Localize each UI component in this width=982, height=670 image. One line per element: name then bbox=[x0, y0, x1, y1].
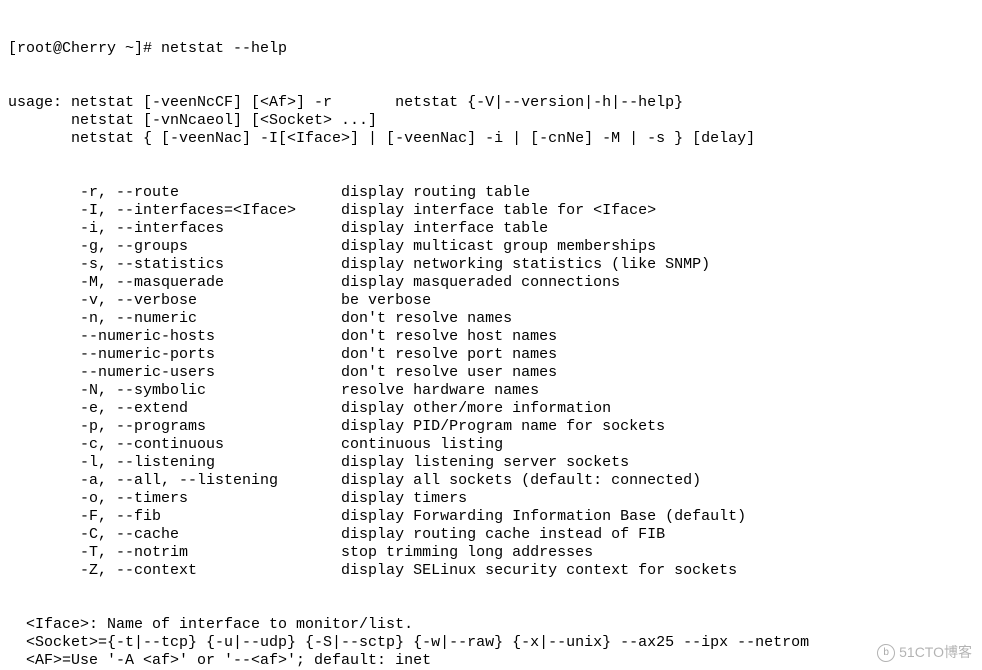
prompt-line: [root@Cherry ~]# netstat --help bbox=[8, 40, 974, 58]
option-line: -Z, --context display SELinux security c… bbox=[8, 562, 974, 580]
footer-block: <Iface>: Name of interface to monitor/li… bbox=[8, 616, 974, 670]
option-line: -e, --extend display other/more informat… bbox=[8, 400, 974, 418]
option-line: -l, --listening display listening server… bbox=[8, 454, 974, 472]
option-line: -F, --fib display Forwarding Information… bbox=[8, 508, 974, 526]
usage-block: usage: netstat [-veenNcCF] [<Af>] -r net… bbox=[8, 94, 974, 148]
footer-line: <Socket>={-t|--tcp} {-u|--udp} {-S|--sct… bbox=[8, 634, 974, 652]
option-line: -N, --symbolic resolve hardware names bbox=[8, 382, 974, 400]
option-line: -C, --cache display routing cache instea… bbox=[8, 526, 974, 544]
option-line: -c, --continuous continuous listing bbox=[8, 436, 974, 454]
option-line: -M, --masquerade display masqueraded con… bbox=[8, 274, 974, 292]
usage-line: usage: netstat [-veenNcCF] [<Af>] -r net… bbox=[8, 94, 974, 112]
option-line: --numeric-users don't resolve user names bbox=[8, 364, 974, 382]
terminal-output: [root@Cherry ~]# netstat --help usage: n… bbox=[0, 0, 982, 670]
footer-line: <AF>=Use '-A <af>' or '--<af>'; default:… bbox=[8, 652, 974, 670]
option-line: -s, --statistics display networking stat… bbox=[8, 256, 974, 274]
options-block: -r, --route display routing table -I, --… bbox=[8, 184, 974, 580]
option-line: -o, --timers display timers bbox=[8, 490, 974, 508]
option-line: -r, --route display routing table bbox=[8, 184, 974, 202]
footer-line: <Iface>: Name of interface to monitor/li… bbox=[8, 616, 974, 634]
usage-line: netstat { [-veenNac] -I[<Iface>] | [-vee… bbox=[8, 130, 974, 148]
option-line: -n, --numeric don't resolve names bbox=[8, 310, 974, 328]
option-line: -T, --notrim stop trimming long addresse… bbox=[8, 544, 974, 562]
option-line: -i, --interfaces display interface table bbox=[8, 220, 974, 238]
usage-line: netstat [-vnNcaeol] [<Socket> ...] bbox=[8, 112, 974, 130]
option-line: -a, --all, --listening display all socke… bbox=[8, 472, 974, 490]
option-line: -p, --programs display PID/Program name … bbox=[8, 418, 974, 436]
option-line: --numeric-ports don't resolve port names bbox=[8, 346, 974, 364]
option-line: -I, --interfaces=<Iface> display interfa… bbox=[8, 202, 974, 220]
option-line: -v, --verbose be verbose bbox=[8, 292, 974, 310]
option-line: -g, --groups display multicast group mem… bbox=[8, 238, 974, 256]
option-line: --numeric-hosts don't resolve host names bbox=[8, 328, 974, 346]
